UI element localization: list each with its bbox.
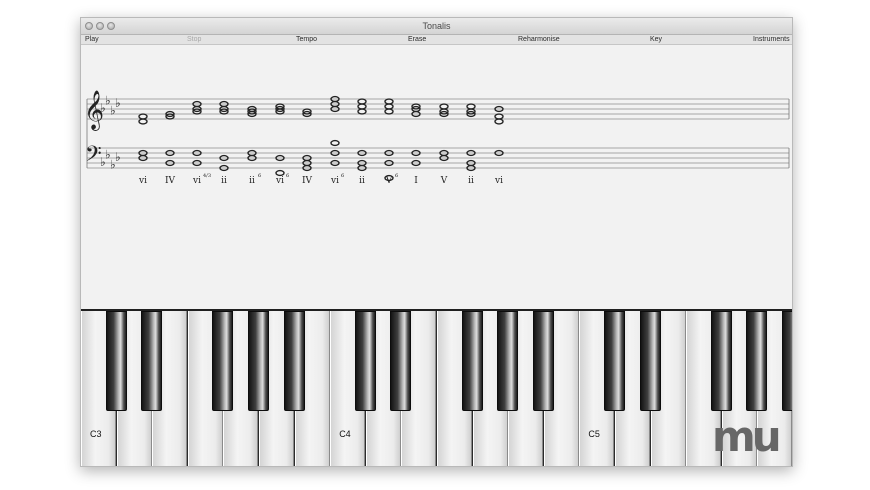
inversion-figure: 6: [258, 173, 261, 179]
black-key[interactable]: [604, 311, 625, 411]
roman-numeral: V: [440, 176, 448, 186]
whole-note: [466, 103, 476, 110]
whole-note: [439, 103, 449, 110]
whole-note: [494, 113, 504, 120]
whole-note: [330, 139, 340, 147]
black-key[interactable]: [390, 311, 412, 411]
whole-note: [357, 98, 367, 105]
piano-keyboard[interactable]: C3 C4 C5: [81, 309, 792, 466]
black-key[interactable]: [461, 311, 483, 411]
roman-numeral: ii: [221, 176, 227, 186]
app-window: Tonalis Play Stop Tempo Erase Reharmonis…: [80, 17, 793, 467]
black-key[interactable]: [746, 311, 768, 411]
roman-numeral: V: [385, 176, 393, 186]
whole-note: [384, 108, 394, 115]
macupdate-logo-icon: mu: [712, 412, 782, 462]
window-title: Tonalis: [422, 21, 451, 31]
score-area[interactable]: 𝄞 𝄢 ♭ ♭ ♭ ♭ ♭ ♭ ♭ ♭ vi IV vi 4/3 ii ii 6 vi 6 IV vi 6 ii V 6 I Vii…: [81, 45, 792, 310]
title-bar[interactable]: Tonalis: [81, 18, 792, 35]
black-key[interactable]: [141, 311, 163, 411]
roman-numeral: vi: [138, 176, 147, 186]
whole-note: [138, 113, 148, 120]
whole-note: [384, 103, 394, 110]
toolbar: Play Stop Tempo Erase Reharmonise Key In…: [81, 35, 792, 45]
black-key[interactable]: [497, 311, 519, 411]
play-button[interactable]: Play: [85, 35, 99, 45]
tempo-button[interactable]: Tempo: [296, 35, 317, 45]
roman-numeral: IV: [165, 176, 176, 186]
roman-numeral: vi: [330, 176, 339, 186]
roman-numeral: I: [414, 176, 418, 186]
whole-note: [494, 118, 504, 125]
whole-note: [138, 118, 148, 125]
flat-icon: ♭: [115, 150, 121, 164]
score-staff[interactable]: 𝄞𝄢♭♭♭♭♭♭♭♭vi IV vi 4/3 ii ii 6 vi 6 IV vi 6 ii V 6 I Vii…: [81, 45, 793, 310]
octave-label: C4: [339, 429, 351, 439]
instruments-button[interactable]: Instruments: [753, 35, 790, 45]
black-key[interactable]: [105, 311, 127, 411]
whole-note: [357, 108, 367, 115]
octave-label: C3: [90, 429, 102, 439]
roman-numeral: ii: [359, 176, 365, 186]
black-key[interactable]: [532, 311, 554, 411]
flat-icon: ♭: [115, 96, 121, 110]
erase-button[interactable]: Erase: [408, 35, 426, 45]
stop-button[interactable]: Stop: [187, 35, 201, 45]
roman-numeral: ii: [468, 176, 474, 186]
black-key[interactable]: [710, 311, 732, 411]
inversion-figure: 6: [395, 173, 398, 179]
roman-numeral: vi: [192, 176, 201, 186]
octave-label: C5: [588, 429, 600, 439]
watermark-text: mu: [712, 412, 782, 461]
whole-note: [275, 169, 285, 177]
roman-numeral: IV: [302, 176, 313, 186]
black-key[interactable]: [639, 311, 661, 411]
roman-numeral: vi: [275, 176, 284, 186]
whole-note: [384, 98, 394, 105]
black-key[interactable]: [248, 311, 269, 411]
black-key[interactable]: [283, 311, 305, 411]
black-key[interactable]: [354, 311, 376, 411]
inversion-figure: 6: [341, 173, 344, 179]
black-key[interactable]: [782, 311, 792, 411]
inversion-figure: 6: [286, 173, 289, 179]
inversion-figure: 4/3: [203, 173, 211, 179]
roman-numeral: ii: [249, 176, 255, 186]
reharmonise-button[interactable]: Reharmonise: [518, 35, 560, 45]
key-button[interactable]: Key: [650, 35, 662, 45]
roman-numeral: vi: [494, 176, 503, 186]
black-key[interactable]: [212, 311, 234, 411]
whole-note: [357, 103, 367, 110]
